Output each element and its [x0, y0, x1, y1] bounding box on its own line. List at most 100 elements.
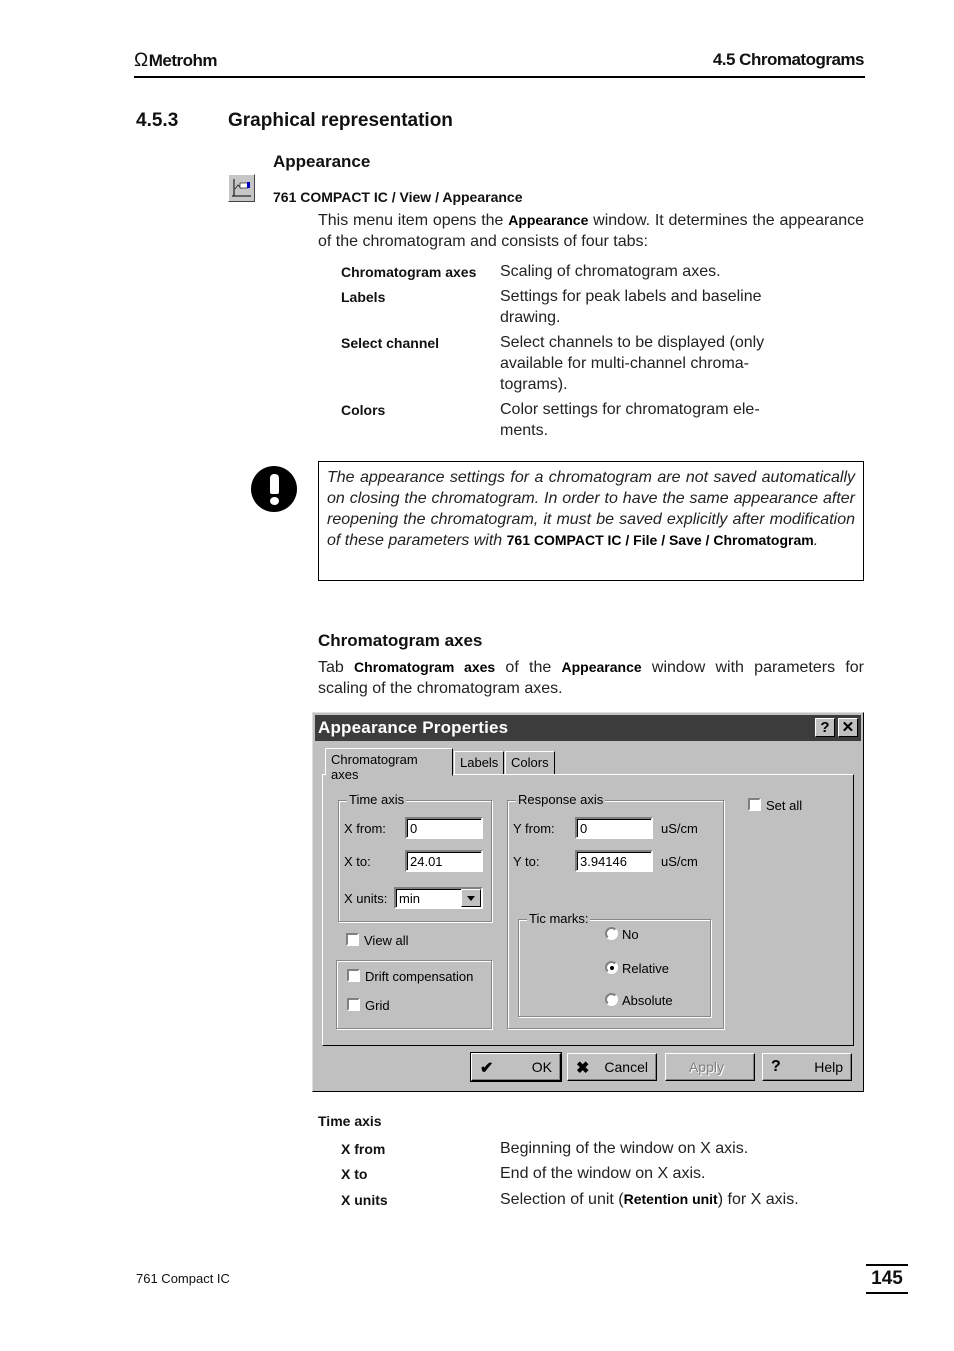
footer-product: 761 Compact IC	[136, 1271, 230, 1286]
tic-no-radio[interactable]	[605, 927, 618, 940]
x-units-select[interactable]: min	[394, 887, 483, 909]
term: X from	[341, 1140, 386, 1157]
x-units-label: X units:	[344, 891, 388, 906]
bold-text: Appearance	[561, 659, 642, 675]
y-from-unit: uS/cm	[661, 821, 698, 836]
response-axis-group: Response axis Y from: 0 uS/cm Y to: 3.94…	[507, 792, 724, 1029]
intro-bold: Appearance	[508, 212, 589, 228]
section-title: Graphical representation	[228, 110, 453, 131]
term: Chromatogram axes	[341, 264, 477, 280]
close-button[interactable]: ✕	[838, 718, 858, 737]
chromatogram-appearance-icon	[228, 174, 255, 202]
header-divider	[134, 76, 865, 78]
tic-no-label[interactable]: No	[622, 927, 639, 942]
view-all-checkbox[interactable]	[346, 933, 359, 946]
text: Tab	[318, 659, 355, 676]
drift-compensation-checkbox[interactable]	[347, 969, 360, 982]
group-label: Time axis	[347, 792, 407, 807]
chapter-title: 4.5 Chromatograms	[712, 50, 865, 69]
description: Scaling of chromatogram axes.	[500, 263, 721, 280]
appearance-tabs-list: Chromatogram axes Scaling of chromatogra…	[341, 261, 801, 445]
tic-absolute-label[interactable]: Absolute	[622, 993, 673, 1008]
x-icon: ✖	[576, 1060, 590, 1077]
options-group: Drift compensation Grid	[336, 960, 492, 1029]
term: Labels	[341, 289, 386, 305]
description: End of the window on X axis.	[500, 1165, 706, 1183]
y-from-input[interactable]: 0	[575, 817, 653, 839]
exclamation-icon	[251, 466, 297, 512]
drift-compensation-label[interactable]: Drift compensation	[365, 969, 473, 984]
text: ) for X axis.	[717, 1190, 799, 1208]
appearance-intro: This menu item opens the Appearance wind…	[318, 210, 864, 252]
apply-label: Apply	[688, 1059, 724, 1075]
term: Colors	[341, 402, 386, 418]
dialog-title: Appearance Properties	[318, 718, 509, 737]
text: Selection of unit (	[500, 1190, 624, 1208]
grid-label[interactable]: Grid	[365, 998, 390, 1013]
set-all-label[interactable]: Set all	[766, 798, 802, 813]
view-all-label[interactable]: View all	[364, 933, 409, 948]
list-item: X from Beginning of the window on X axis…	[341, 1136, 841, 1162]
chromatogram-axes-heading: Chromatogram axes	[318, 631, 483, 650]
x-from-label: X from:	[344, 821, 386, 836]
x-from-input[interactable]: 0	[405, 817, 483, 839]
tic-relative-label[interactable]: Relative	[622, 961, 669, 976]
ok-button[interactable]: ✔ OK	[470, 1052, 562, 1082]
tab-colors[interactable]: Colors	[505, 751, 555, 775]
help-title-button[interactable]: ?	[815, 718, 835, 737]
list-item: X units Selection of unit (Retention uni…	[341, 1187, 841, 1213]
chromatogram-axes-intro: Tab Chromatogram axes of the Appearance …	[318, 657, 864, 699]
help-label: Help	[814, 1059, 843, 1075]
y-to-label: Y to:	[513, 854, 540, 869]
group-label: Tic marks:	[527, 911, 591, 926]
section-number: 4.5.3	[136, 110, 179, 131]
x-to-label: X to:	[344, 854, 371, 869]
y-to-unit: uS/cm	[661, 854, 698, 869]
description: Selection of unit (Retention unit) for X…	[500, 1191, 799, 1209]
x-units-value: min	[399, 891, 420, 906]
dialog-title-bar[interactable]: Appearance Properties ? ✕	[315, 715, 861, 741]
tic-relative-radio[interactable]	[605, 961, 618, 974]
list-item: Colors Color settings for chromatogram e…	[341, 399, 801, 441]
tic-absolute-radio[interactable]	[605, 993, 618, 1006]
note-menu-path: 761 COMPACT IC / File / Save / Chromatog…	[506, 532, 814, 548]
time-axis-list: X from Beginning of the window on X axis…	[341, 1136, 841, 1213]
time-axis-group: Time axis X from: 0 X to: 24.01 X units:…	[338, 792, 492, 922]
chevron-down-icon[interactable]	[461, 889, 481, 907]
tab-labels[interactable]: Labels	[454, 751, 504, 775]
set-all-checkbox[interactable]	[748, 798, 761, 811]
y-to-input[interactable]: 3.94146	[575, 850, 653, 872]
apply-button[interactable]: Apply	[665, 1053, 755, 1081]
appearance-heading: Appearance	[273, 152, 371, 171]
question-icon: ?	[771, 1058, 781, 1075]
y-from-label: Y from:	[513, 821, 555, 836]
help-button[interactable]: ? Help	[762, 1053, 852, 1081]
group-label: Response axis	[516, 792, 606, 807]
note-end: .	[813, 532, 819, 549]
time-axis-heading: Time axis	[318, 1113, 382, 1129]
list-item: Chromatogram axes Scaling of chromatogra…	[341, 261, 801, 282]
menu-path: 761 COMPACT IC / View / Appearance	[273, 189, 523, 205]
term: X units	[341, 1191, 388, 1208]
list-item: X to End of the window on X axis.	[341, 1162, 841, 1188]
page-number: 145	[866, 1264, 908, 1294]
text: of the	[495, 659, 562, 676]
list-item: Labels Settings for peak labels and base…	[341, 286, 801, 328]
checkmark-icon: ✔	[480, 1060, 494, 1077]
description: Color settings for chromatogram ele­ment…	[500, 401, 760, 439]
x-to-input[interactable]: 24.01	[405, 850, 483, 872]
grid-checkbox[interactable]	[347, 998, 360, 1011]
tab-panel: Time axis X from: 0 X to: 24.01 X units:…	[322, 774, 854, 1046]
note-box: The appearance settings for a chromatogr…	[318, 461, 864, 581]
description: Select channels to be displayed (only av…	[500, 334, 765, 393]
omega-icon: Ω	[134, 50, 148, 71]
term: Select channel	[341, 335, 440, 351]
intro-text: This menu item opens the	[318, 212, 509, 229]
cancel-label: Cancel	[604, 1059, 648, 1075]
tab-chromatogram-axes[interactable]: Chromatogram axes	[325, 748, 453, 782]
cancel-button[interactable]: ✖ Cancel	[567, 1053, 657, 1081]
description: Settings for peak labels and baseline dr…	[500, 288, 762, 326]
appearance-properties-dialog: Appearance Properties ? ✕ Chromatogram a…	[312, 712, 864, 1092]
tic-marks-group: Tic marks: No Relative Absolute	[518, 911, 711, 1017]
description: Beginning of the window on X axis.	[500, 1139, 749, 1157]
